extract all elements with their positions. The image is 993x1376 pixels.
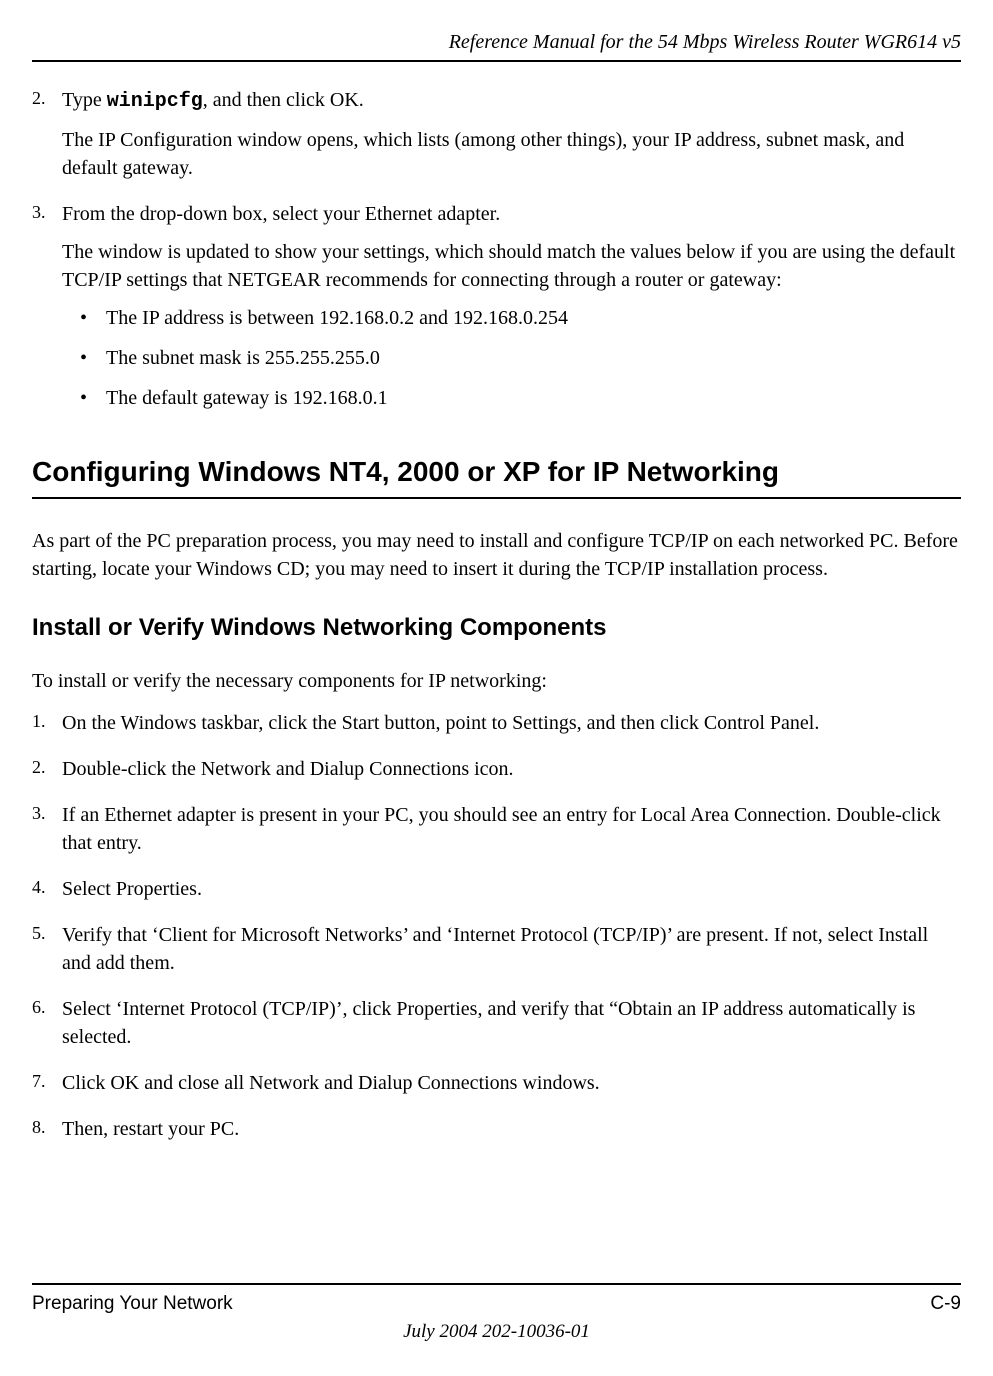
step-text: Then, restart your PC. [62,1115,961,1143]
footer-date: July 2004 202-10036-01 [32,1319,961,1346]
bullet-item: • The default gateway is 192.168.0.1 [62,384,961,412]
step-text: Type winipcfg, and then click OK. [62,86,961,116]
step-num: 3. [32,200,62,424]
step-content: Verify that ‘Client for Microsoft Networ… [62,921,961,987]
step-text: If an Ethernet adapter is present in you… [62,801,961,857]
step-num: 4. [32,875,62,913]
heading-2: Install or Verify Windows Networking Com… [32,611,961,645]
step-content: On the Windows taskbar, click the Start … [62,709,961,747]
header-rule [32,60,961,62]
bullet-text: The default gateway is 192.168.0.1 [106,384,388,412]
bullet-text: The IP address is between 192.168.0.2 an… [106,304,568,332]
step-content: Type winipcfg, and then click OK. The IP… [62,86,961,192]
step-para: The window is updated to show your setti… [62,238,961,294]
bullet-text: The subnet mask is 255.255.255.0 [106,344,380,372]
list-item: 5. Verify that ‘Client for Microsoft Net… [32,921,961,987]
list-item: 4. Select Properties. [32,875,961,913]
step-text: Click OK and close all Network and Dialu… [62,1069,961,1097]
intro-text: To install or verify the necessary compo… [32,667,961,695]
heading-1: Configuring Windows NT4, 2000 or XP for … [32,452,961,491]
step-num: 8. [32,1115,62,1153]
step-content: Then, restart your PC. [62,1115,961,1153]
footer-rule [32,1283,961,1285]
footer: Preparing Your Network C-9 July 2004 202… [32,1283,961,1346]
step-content: From the drop-down box, select your Ethe… [62,200,961,424]
list-item: 3. If an Ethernet adapter is present in … [32,801,961,867]
step-num: 7. [32,1069,62,1107]
bullet-icon: • [80,304,106,332]
header-title: Reference Manual for the 54 Mbps Wireles… [32,28,961,56]
step-num: 2. [32,86,62,192]
paragraph: As part of the PC preparation process, y… [32,527,961,583]
step-content: Select Properties. [62,875,961,913]
list-item: 2. Double-click the Network and Dialup C… [32,755,961,793]
step-content: If an Ethernet adapter is present in you… [62,801,961,867]
step-content: Select ‘Internet Protocol (TCP/IP)’, cli… [62,995,961,1061]
step-text: On the Windows taskbar, click the Start … [62,709,961,737]
step-text: Select ‘Internet Protocol (TCP/IP)’, cli… [62,995,961,1051]
step-text: Double-click the Network and Dialup Conn… [62,755,961,783]
step-num: 5. [32,921,62,987]
step-num: 2. [32,755,62,793]
bullet-icon: • [80,344,106,372]
step-num: 6. [32,995,62,1061]
step-2: 2. Type winipcfg, and then click OK. The… [32,86,961,192]
step-content: Double-click the Network and Dialup Conn… [62,755,961,793]
list-item: 8. Then, restart your PC. [32,1115,961,1153]
step-para: The IP Configuration window opens, which… [62,126,961,182]
step-text: From the drop-down box, select your Ethe… [62,200,961,228]
step-num: 3. [32,801,62,867]
bullet-item: • The IP address is between 192.168.0.2 … [62,304,961,332]
bullet-list: • The IP address is between 192.168.0.2 … [62,304,961,412]
list-item: 7. Click OK and close all Network and Di… [32,1069,961,1107]
list-item: 1. On the Windows taskbar, click the Sta… [32,709,961,747]
code-text: winipcfg [107,90,203,113]
footer-left: Preparing Your Network [32,1291,233,1318]
bullet-icon: • [80,384,106,412]
step-text: Select Properties. [62,875,961,903]
step-text: Verify that ‘Client for Microsoft Networ… [62,921,961,977]
text-before: Type [62,89,107,111]
footer-row: Preparing Your Network C-9 [32,1291,961,1318]
step-num: 1. [32,709,62,747]
text-after: , and then click OK. [203,89,364,111]
list-item: 6. Select ‘Internet Protocol (TCP/IP)’, … [32,995,961,1061]
footer-right: C-9 [930,1291,961,1318]
heading-rule [32,497,961,499]
bullet-item: • The subnet mask is 255.255.255.0 [62,344,961,372]
step-content: Click OK and close all Network and Dialu… [62,1069,961,1107]
step-3: 3. From the drop-down box, select your E… [32,200,961,424]
